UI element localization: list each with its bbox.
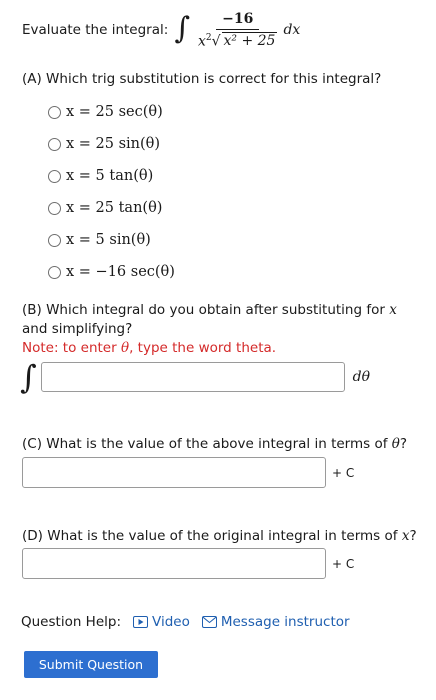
option-label: x = 5 tan(θ) (66, 168, 154, 184)
d-theta-label: dθ (352, 369, 371, 385)
option-row[interactable]: x = 5 tan(θ) (48, 160, 175, 192)
denominator-radicand: x² + 25 (221, 32, 278, 50)
part-d-question: (D) What is the value of the original in… (22, 528, 417, 544)
video-link-label[interactable]: Video (152, 614, 190, 630)
differential: dx (283, 22, 301, 38)
part-d-answer-input[interactable] (22, 548, 326, 579)
integrand-numerator: −16 (216, 11, 260, 30)
question-help-label: Question Help: (21, 614, 121, 630)
denominator-variable: x (197, 33, 206, 50)
part-b-variable: x (389, 302, 397, 318)
part-c-answer-row: + C (22, 457, 354, 488)
sqrt-symbol: √ (211, 33, 221, 50)
problem-label: Evaluate the integral: (22, 22, 169, 38)
part-b-note: Note: to enter θ, type the word theta. (22, 340, 276, 356)
option-label: x = 25 sin(θ) (66, 136, 161, 152)
part-c-answer-input[interactable] (22, 457, 326, 488)
option-row[interactable]: x = 25 tan(θ) (48, 192, 175, 224)
plus-c-label: + C (332, 556, 355, 571)
note-text: Note: to enter (22, 340, 121, 356)
radio-button[interactable] (48, 137, 61, 151)
option-label: x = 25 tan(θ) (66, 200, 163, 216)
part-c-question: (C) What is the value of the above integ… (22, 436, 407, 452)
part-d-text-end: ? (409, 528, 417, 544)
video-play-icon (133, 616, 148, 628)
part-c-text: (C) What is the value of the above integ… (22, 436, 392, 452)
integral-symbol: ∫ (174, 11, 190, 46)
option-label: x = 5 sin(θ) (66, 232, 151, 248)
problem-header: Evaluate the integral: ∫ −16 x2√ x² + 25 … (22, 8, 300, 52)
question-help: Question Help: Video Message instructor (21, 614, 362, 630)
part-d-answer-row: + C (22, 548, 354, 579)
note-text-end: , type the word theta. (129, 340, 277, 356)
message-instructor-label[interactable]: Message instructor (221, 614, 350, 630)
part-a-question: (A) Which trig substitution is correct f… (22, 71, 382, 87)
radio-button[interactable] (48, 233, 61, 247)
option-row[interactable]: x = 5 sin(θ) (48, 224, 175, 256)
part-c-variable: θ (391, 436, 400, 452)
envelope-icon (201, 616, 217, 628)
part-b-text-end: and simplifying? (22, 321, 133, 337)
part-c-text-end: ? (399, 436, 408, 452)
plus-c-label: + C (332, 465, 355, 480)
integrand-fraction: −16 x2√ x² + 25 (194, 11, 282, 50)
option-row[interactable]: x = 25 sec(θ) (48, 96, 175, 128)
note-variable: θ (120, 340, 130, 356)
option-label: x = 25 sec(θ) (66, 104, 163, 120)
part-d-text: (D) What is the value of the original in… (22, 528, 402, 544)
message-instructor-link[interactable]: Message instructor (201, 614, 350, 630)
integrand-denominator: x2√ x² + 25 (194, 30, 282, 50)
option-row[interactable]: x = 25 sin(θ) (48, 128, 175, 160)
integral-symbol: ∫ (20, 358, 37, 396)
part-b-answer-input[interactable] (40, 362, 345, 392)
radio-button[interactable] (48, 265, 61, 279)
part-b-question: (B) Which integral do you obtain after s… (22, 301, 422, 358)
option-row[interactable]: x = −16 sec(θ) (48, 256, 175, 288)
part-b-answer-row: ∫ dθ (20, 361, 370, 393)
radio-button[interactable] (48, 201, 61, 215)
radio-button[interactable] (48, 105, 61, 119)
submit-question-button[interactable]: Submit Question (24, 651, 158, 678)
part-a-options: x = 25 sec(θ) x = 25 sin(θ) x = 5 tan(θ)… (48, 96, 175, 288)
radio-button[interactable] (48, 169, 61, 183)
option-label: x = −16 sec(θ) (66, 264, 175, 280)
video-link[interactable]: Video (133, 614, 190, 630)
part-b-text: (B) Which integral do you obtain after s… (22, 302, 390, 318)
